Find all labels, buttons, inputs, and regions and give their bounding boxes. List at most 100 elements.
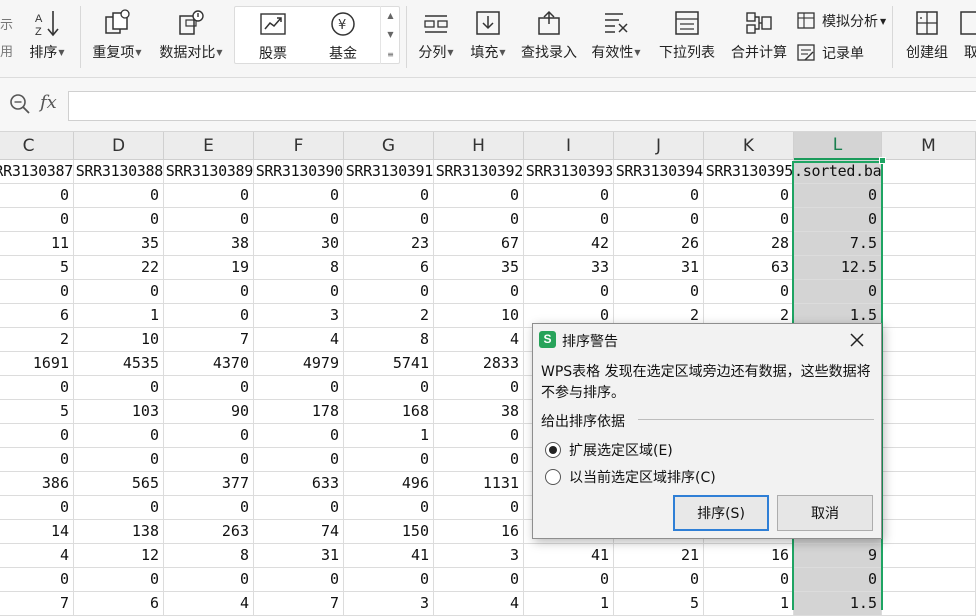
table-cell[interactable]: 0 bbox=[254, 568, 344, 592]
table-cell[interactable]: 0 bbox=[524, 280, 614, 304]
table-cell[interactable]: 0 bbox=[344, 568, 434, 592]
table-cell[interactable]: 0 bbox=[0, 208, 74, 232]
create-group-button[interactable]: 创建组 bbox=[900, 0, 954, 74]
lookup-entry-button[interactable]: 查找录入 bbox=[516, 0, 582, 74]
column-header-d[interactable]: D bbox=[74, 132, 164, 160]
table-cell[interactable]: 0 bbox=[794, 208, 882, 232]
table-cell[interactable] bbox=[882, 496, 976, 520]
table-cell[interactable]: 5 bbox=[0, 400, 74, 424]
table-cell[interactable]: 178 bbox=[254, 400, 344, 424]
table-cell[interactable]: 3 bbox=[434, 544, 524, 568]
table-cell[interactable]: 67 bbox=[434, 232, 524, 256]
table-cell[interactable]: 11 bbox=[0, 232, 74, 256]
table-cell[interactable] bbox=[882, 376, 976, 400]
gallery-down-icon[interactable]: ▼ bbox=[387, 30, 393, 39]
table-cell[interactable]: 496 bbox=[344, 472, 434, 496]
header-cell[interactable]: SRR3130391 bbox=[344, 160, 434, 184]
table-cell[interactable]: 0 bbox=[344, 208, 434, 232]
table-cell[interactable]: 6 bbox=[344, 256, 434, 280]
table-cell[interactable]: 0 bbox=[704, 280, 794, 304]
record-form-button[interactable]: 记录单 bbox=[796, 42, 864, 64]
table-cell[interactable]: 1691 bbox=[0, 352, 74, 376]
table-cell[interactable]: 4 bbox=[434, 592, 524, 616]
table-cell[interactable]: 0 bbox=[164, 376, 254, 400]
table-cell[interactable]: 0 bbox=[74, 208, 164, 232]
table-cell[interactable]: 168 bbox=[344, 400, 434, 424]
table-cell[interactable]: 0 bbox=[434, 424, 524, 448]
table-cell[interactable]: 0 bbox=[344, 496, 434, 520]
fill-button[interactable]: 填充▼ bbox=[464, 0, 512, 74]
expand-selection-radio[interactable] bbox=[545, 442, 561, 458]
table-cell[interactable] bbox=[882, 304, 976, 328]
table-cell[interactable]: 0 bbox=[74, 376, 164, 400]
table-cell[interactable]: 0 bbox=[164, 184, 254, 208]
table-cell[interactable]: 38 bbox=[164, 232, 254, 256]
table-cell[interactable]: 0 bbox=[0, 184, 74, 208]
table-cell[interactable]: 42 bbox=[524, 232, 614, 256]
consolidate-button[interactable]: 合并计算 bbox=[726, 0, 792, 74]
table-cell[interactable] bbox=[882, 400, 976, 424]
table-cell[interactable]: 0 bbox=[74, 280, 164, 304]
header-cell[interactable]: SRR3130392 bbox=[434, 160, 524, 184]
header-cell[interactable] bbox=[882, 160, 976, 184]
table-cell[interactable]: 10 bbox=[74, 328, 164, 352]
cancel-button[interactable]: 取消 bbox=[777, 495, 873, 531]
table-cell[interactable]: 0 bbox=[254, 280, 344, 304]
table-cell[interactable]: 33 bbox=[524, 256, 614, 280]
table-cell[interactable]: 0 bbox=[434, 496, 524, 520]
table-cell[interactable]: 0 bbox=[254, 208, 344, 232]
duplicates-button[interactable]: 重复项▼ bbox=[88, 0, 146, 74]
current-selection-option[interactable]: 以当前选定区域排序(C) bbox=[545, 467, 716, 487]
table-cell[interactable] bbox=[882, 424, 976, 448]
table-cell[interactable]: 0 bbox=[614, 568, 704, 592]
table-cell[interactable]: 90 bbox=[164, 400, 254, 424]
formula-input[interactable] bbox=[68, 91, 976, 121]
dropdown-list-button[interactable]: 下拉列表 bbox=[654, 0, 720, 74]
header-cell[interactable]: SRR3130395 bbox=[704, 160, 794, 184]
table-cell[interactable]: 386 bbox=[0, 472, 74, 496]
table-cell[interactable]: 16 bbox=[434, 520, 524, 544]
table-cell[interactable] bbox=[882, 232, 976, 256]
header-cell[interactable]: SRR3130389 bbox=[164, 160, 254, 184]
table-cell[interactable]: 0 bbox=[0, 496, 74, 520]
table-cell[interactable]: 31 bbox=[614, 256, 704, 280]
table-cell[interactable]: 9 bbox=[794, 544, 882, 568]
dialog-titlebar[interactable]: S 排序警告 bbox=[533, 324, 881, 356]
header-cell[interactable]: .sorted.bam bbox=[794, 160, 890, 184]
table-cell[interactable]: 0 bbox=[524, 568, 614, 592]
table-cell[interactable]: 0 bbox=[164, 304, 254, 328]
table-cell[interactable] bbox=[882, 568, 976, 592]
table-cell[interactable]: 8 bbox=[254, 256, 344, 280]
table-cell[interactable]: 0 bbox=[704, 184, 794, 208]
table-cell[interactable]: 12.5 bbox=[794, 256, 882, 280]
table-cell[interactable]: 8 bbox=[164, 544, 254, 568]
table-cell[interactable]: 0 bbox=[434, 184, 524, 208]
table-cell[interactable]: 0 bbox=[704, 208, 794, 232]
table-cell[interactable]: 6 bbox=[0, 304, 74, 328]
table-cell[interactable]: 1 bbox=[704, 592, 794, 616]
table-cell[interactable]: 1.5 bbox=[794, 592, 882, 616]
table-cell[interactable]: 14 bbox=[0, 520, 74, 544]
table-cell[interactable]: 1 bbox=[524, 592, 614, 616]
table-cell[interactable]: 0 bbox=[434, 208, 524, 232]
table-cell[interactable]: 41 bbox=[344, 544, 434, 568]
table-cell[interactable]: 7.5 bbox=[794, 232, 882, 256]
what-if-button[interactable]: 模拟分析 ▼ bbox=[796, 10, 886, 32]
table-cell[interactable]: 0 bbox=[74, 424, 164, 448]
table-cell[interactable]: 30 bbox=[254, 232, 344, 256]
table-cell[interactable]: 38 bbox=[434, 400, 524, 424]
table-cell[interactable]: 23 bbox=[344, 232, 434, 256]
table-cell[interactable]: 0 bbox=[524, 208, 614, 232]
table-cell[interactable]: 5 bbox=[614, 592, 704, 616]
table-cell[interactable] bbox=[882, 592, 976, 616]
data-compare-button[interactable]: 数据对比▼ bbox=[154, 0, 228, 74]
table-cell[interactable]: 0 bbox=[164, 424, 254, 448]
table-cell[interactable]: 22 bbox=[74, 256, 164, 280]
table-cell[interactable]: 7 bbox=[164, 328, 254, 352]
table-cell[interactable]: 0 bbox=[164, 568, 254, 592]
table-cell[interactable]: 0 bbox=[254, 184, 344, 208]
table-cell[interactable]: 4 bbox=[164, 592, 254, 616]
fund-button[interactable]: ¥ 基金 bbox=[313, 1, 373, 75]
column-header-e[interactable]: E bbox=[164, 132, 254, 160]
table-cell[interactable]: 0 bbox=[164, 496, 254, 520]
